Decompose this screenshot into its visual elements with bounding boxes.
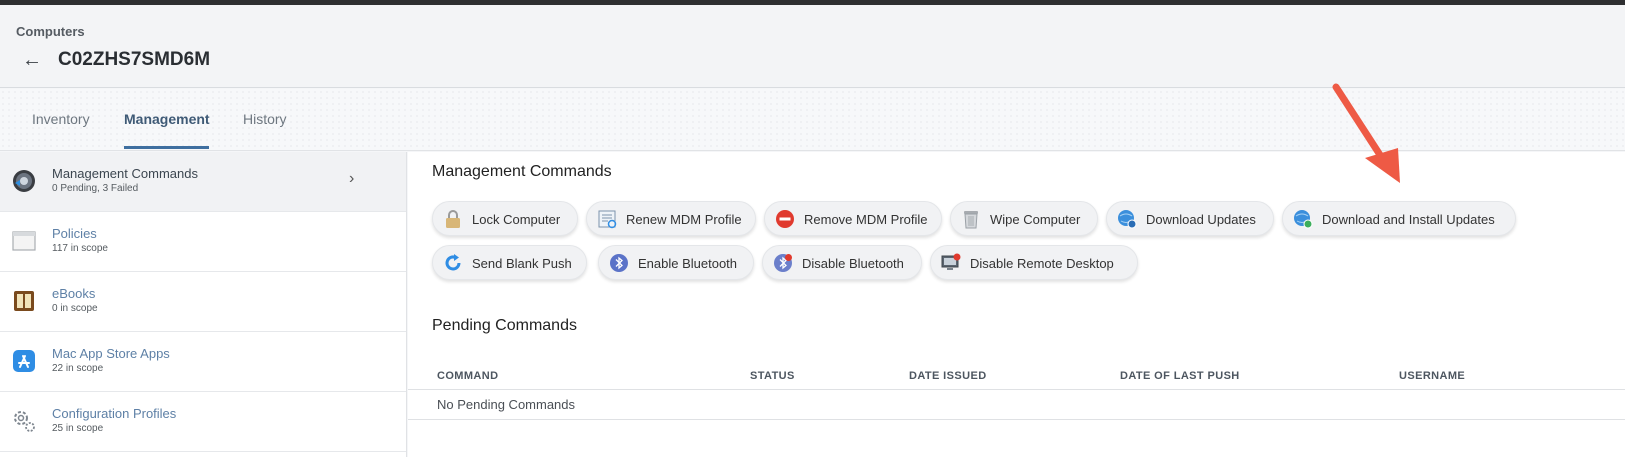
tab-inventory[interactable]: Inventory [32,111,90,127]
column-header-date-issued[interactable]: DATE ISSUED [909,370,987,382]
column-header-username[interactable]: USERNAME [1399,370,1465,382]
sidebar-item-policies[interactable]: Policies 117 in scope [0,212,406,272]
column-header-command[interactable]: COMMAND [437,370,498,382]
policies-icon [12,231,36,251]
back-arrow-icon[interactable]: ← [22,49,42,71]
button-label: Send Blank Push [472,256,572,271]
management-commands-heading: Management Commands [432,163,612,180]
sidebar-item-label: Configuration Profiles [52,406,177,421]
empty-table-message: No Pending Commands [437,397,576,412]
button-label: Remove MDM Profile [804,212,928,227]
table-header-divider [408,389,1625,390]
button-label: Disable Remote Desktop [970,256,1114,271]
page-header: Computers ← C02ZHS7SMD6M [0,5,1625,88]
sidebar-item-configuration-profiles[interactable]: Configuration Profiles 25 in scope [0,392,406,452]
app-store-icon [13,350,35,372]
sidebar-item-count: 0 Pending, 3 Failed [52,183,139,194]
send-blank-push-button[interactable]: Send Blank Push [432,245,587,280]
button-label: Enable Bluetooth [638,256,738,271]
disable-remote-desktop-button[interactable]: Disable Remote Desktop [930,245,1138,280]
install-globe-icon [1294,210,1313,229]
ebooks-icon [14,291,34,311]
button-label: Lock Computer [472,212,561,227]
sidebar-item-label: eBooks [52,286,96,301]
sidebar: Management Commands 0 Pending, 3 Failed … [0,152,407,457]
renew-profile-icon [598,210,617,229]
sidebar-item-management-commands[interactable]: Management Commands 0 Pending, 3 Failed … [0,152,406,212]
sidebar-item-count: 117 in scope [52,243,108,254]
tab-management[interactable]: Management [124,111,210,127]
remote-desktop-icon [941,253,961,270]
sidebar-item-count: 25 in scope [52,423,104,434]
lock-computer-button[interactable]: Lock Computer [432,201,578,236]
management-commands-icon [13,170,35,192]
sidebar-item-label: Management Commands [52,166,198,181]
sidebar-item-count: 0 in scope [52,303,98,314]
chevron-right-icon: › [349,170,355,187]
table-row-divider [408,419,1625,420]
button-label: Download and Install Updates [1322,212,1495,227]
sidebar-item-label: Mac App Store Apps [52,346,170,361]
configuration-gears-icon [14,411,35,432]
column-header-date-of-last-push[interactable]: DATE OF LAST PUSH [1120,370,1240,382]
column-header-status[interactable]: STATUS [750,370,795,382]
trash-icon [964,211,978,229]
refresh-icon [445,254,461,271]
pending-commands-heading: Pending Commands [432,317,577,334]
sidebar-item-count: 22 in scope [52,363,104,374]
download-and-install-updates-button[interactable]: Download and Install Updates [1282,201,1516,236]
sidebar-item-mac-app-store-apps[interactable]: Mac App Store Apps 22 in scope [0,332,406,392]
button-label: Wipe Computer [990,212,1081,227]
download-updates-button[interactable]: Download Updates [1106,201,1274,236]
renew-mdm-profile-button[interactable]: Renew MDM Profile [586,201,756,236]
wipe-computer-button[interactable]: Wipe Computer [950,201,1098,236]
lock-icon [446,210,460,228]
sidebar-item-label: Policies [52,226,97,241]
disable-bluetooth-button[interactable]: Disable Bluetooth [762,245,922,280]
sidebar-item-ebooks[interactable]: eBooks 0 in scope [0,272,406,332]
active-tab-indicator [124,146,209,149]
tab-history[interactable]: History [243,111,287,127]
breadcrumb[interactable]: Computers [16,24,85,39]
button-label: Download Updates [1146,212,1256,227]
button-label: Disable Bluetooth [802,256,904,271]
main-content: Management Commands Lock Computer Renew … [408,152,1625,457]
bluetooth-icon [610,254,628,272]
bluetooth-off-icon [774,254,792,272]
annotation-arrow-icon [1332,83,1400,183]
page-title: C02ZHS7SMD6M [58,49,211,70]
download-globe-icon [1118,210,1137,229]
enable-bluetooth-button[interactable]: Enable Bluetooth [598,245,754,280]
remove-mdm-profile-button[interactable]: Remove MDM Profile [764,201,942,236]
button-label: Renew MDM Profile [626,212,742,227]
remove-circle-icon [776,210,794,228]
